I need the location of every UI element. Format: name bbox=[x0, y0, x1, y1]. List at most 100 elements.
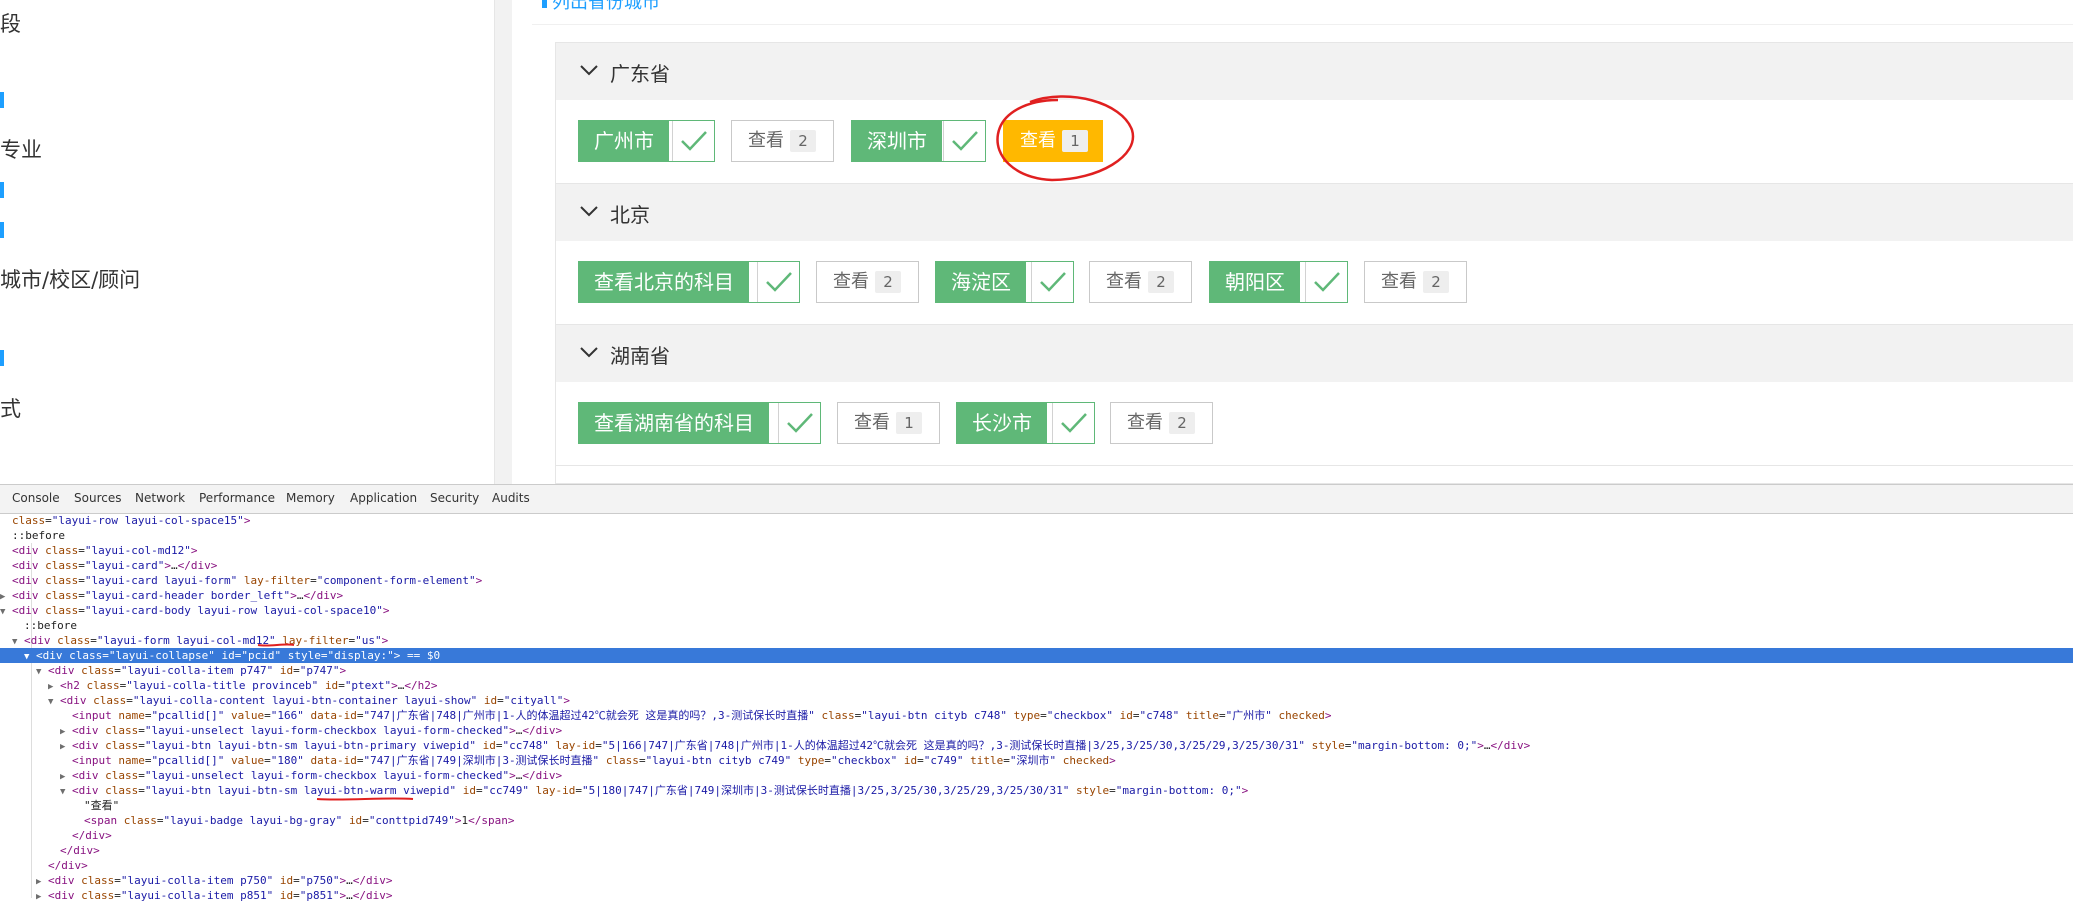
checkbox-label: 海淀区 bbox=[936, 262, 1026, 302]
dom-line[interactable]: ▶ <div class="layui-colla-item p750" id="… bbox=[36, 873, 392, 888]
dom-line-text: <div class="layui-card">…</div> bbox=[12, 559, 218, 572]
dom-line[interactable]: ▶ <div class="layui-card-header border_le… bbox=[0, 588, 343, 603]
dom-line-text: <span class="layui-badge layui-bg-gray" … bbox=[84, 814, 515, 827]
count-badge: 2 bbox=[790, 130, 816, 152]
city-checkbox-changsha[interactable]: 长沙市 bbox=[956, 402, 1095, 444]
dom-line[interactable]: <div class="layui-card">…</div> bbox=[0, 558, 217, 573]
view-label: 查看 bbox=[1127, 412, 1163, 433]
tab-security[interactable]: Security bbox=[430, 491, 479, 505]
dom-line-text: <div class="layui-card-header border_lef… bbox=[12, 589, 344, 602]
sidebar-item-3[interactable]: 城市/校区/顾问 bbox=[0, 264, 140, 294]
check-icon bbox=[943, 121, 985, 161]
header-accent-bar bbox=[542, 0, 547, 8]
expand-toggle-icon[interactable]: ▼ bbox=[24, 650, 36, 665]
dom-line-selected[interactable]: ▼ <div class="layui-collapse" id="pcid" s… bbox=[0, 648, 2073, 663]
dom-line[interactable]: </div> bbox=[48, 843, 100, 858]
expand-toggle-icon[interactable]: ▶ bbox=[36, 890, 48, 905]
checkbox-label: 深圳市 bbox=[852, 121, 942, 161]
dom-line[interactable]: ▶ <div class="layui-unselect layui-form-c… bbox=[60, 768, 562, 783]
dom-line[interactable]: </div> bbox=[60, 828, 112, 843]
chevron-down-icon bbox=[580, 61, 598, 80]
check-icon bbox=[1031, 262, 1073, 302]
expand-toggle-icon[interactable]: ▼ bbox=[0, 605, 12, 620]
dom-line-text: <div class="layui-colla-item p851" id="p… bbox=[48, 889, 393, 902]
dom-line-text: <div class="layui-card layui-form" lay-f… bbox=[12, 574, 483, 587]
dom-line-text: <div class="layui-card-body layui-row la… bbox=[12, 604, 390, 617]
tab-audits[interactable]: Audits bbox=[492, 491, 530, 505]
view-button[interactable]: 查看 2 bbox=[1364, 261, 1467, 303]
view-button[interactable]: 查看 2 bbox=[731, 120, 834, 162]
nav-marker bbox=[0, 222, 4, 238]
dom-line[interactable]: <div class="layui-col-md12"> bbox=[0, 543, 197, 558]
count-badge: 1 bbox=[896, 412, 922, 434]
dom-line[interactable]: ▼ <div class="layui-card-body layui-row l… bbox=[0, 603, 390, 618]
city-checkbox-beijing-subjects[interactable]: 查看北京的科目 bbox=[578, 261, 800, 303]
dom-line[interactable]: <span class="layui-badge layui-bg-gray" … bbox=[72, 813, 515, 828]
dom-line[interactable]: ▼ <div class="layui-colla-item p747" id="… bbox=[36, 663, 346, 678]
dom-line-text: <input name="pcallid[]" value="180" data… bbox=[72, 754, 1116, 767]
nav-marker bbox=[0, 350, 4, 366]
view-button[interactable]: 查看 1 bbox=[837, 402, 940, 444]
dom-line-text: </div> bbox=[72, 829, 112, 842]
province-title-beijing[interactable]: 北京 bbox=[556, 184, 2073, 242]
tab-performance[interactable]: Performance bbox=[199, 491, 275, 505]
dom-line-text: <input name="pcallid[]" value="166" data… bbox=[72, 709, 1332, 722]
tab-network[interactable]: Network bbox=[135, 491, 185, 505]
nav-marker bbox=[0, 182, 4, 198]
dom-line[interactable]: ▶ <div class="layui-unselect layui-form-c… bbox=[60, 723, 562, 738]
dom-line[interactable]: <div class="layui-card layui-form" lay-f… bbox=[0, 573, 482, 588]
province-title-label: 北京 bbox=[610, 203, 650, 227]
city-checkbox-guangzhou[interactable]: 广州市 bbox=[578, 120, 715, 162]
dom-tree[interactable]: class="layui-row layui-col-space15">::be… bbox=[0, 513, 2073, 902]
city-checkbox-haidian[interactable]: 海淀区 bbox=[935, 261, 1074, 303]
tab-memory[interactable]: Memory bbox=[286, 491, 335, 505]
checkbox-label: 朝阳区 bbox=[1210, 262, 1300, 302]
expand-toggle-icon[interactable]: ▼ bbox=[60, 785, 72, 800]
dom-line[interactable]: <input name="pcallid[]" value="180" data… bbox=[60, 753, 1116, 768]
tab-sources[interactable]: Sources bbox=[74, 491, 121, 505]
dom-line[interactable]: ▼ <div class="layui-colla-content layui-b… bbox=[48, 693, 570, 708]
chevron-down-icon bbox=[580, 343, 598, 362]
dom-line-text: ::before bbox=[12, 529, 65, 542]
dom-line-text: <div class="layui-colla-item p750" id="p… bbox=[48, 874, 393, 887]
dom-line[interactable]: ▼ <div class="layui-btn layui-btn-sm layu… bbox=[60, 783, 1248, 798]
dom-line-text: <div class="layui-unselect layui-form-ch… bbox=[72, 769, 563, 782]
tab-application[interactable]: Application bbox=[350, 491, 417, 505]
dom-line[interactable]: ▶ <div class="layui-colla-item p851" id="… bbox=[36, 888, 392, 903]
dom-line-text: </div> bbox=[48, 859, 88, 872]
view-label: 查看 bbox=[748, 130, 784, 151]
sidebar-item-4[interactable]: 式 bbox=[0, 393, 21, 423]
dom-line[interactable]: class="layui-row layui-col-space15"> bbox=[0, 513, 250, 528]
dom-line[interactable]: ▶ <div class="layui-btn layui-btn-sm layu… bbox=[60, 738, 1530, 753]
province-title-hunan[interactable]: 湖南省 bbox=[556, 325, 2073, 383]
count-badge: 2 bbox=[1423, 271, 1449, 293]
sidebar-item-1[interactable]: 段 bbox=[0, 8, 21, 38]
province-title-guangdong[interactable]: 广东省 bbox=[556, 43, 2073, 101]
city-checkbox-shenzhen[interactable]: 深圳市 bbox=[851, 120, 986, 162]
dom-line[interactable]: <input name="pcallid[]" value="166" data… bbox=[60, 708, 1331, 723]
province-content-guangdong: 广州市 查看 2 深圳市 查看 1 bbox=[556, 95, 2073, 184]
dom-line[interactable]: "查看" bbox=[72, 798, 119, 813]
province-collapse: 广东省 广州市 查看 2 深圳市 查看 1 北京 查看北京的科目 查看 2 海淀… bbox=[555, 42, 2073, 484]
dom-line[interactable]: </div> bbox=[36, 858, 88, 873]
dom-line-text: <div class="layui-colla-content layui-bt… bbox=[60, 694, 570, 707]
dom-line-text: "查看" bbox=[84, 799, 120, 812]
sidebar-item-2[interactable]: 专业 bbox=[0, 134, 42, 164]
red-underline-btn-warm bbox=[316, 797, 414, 801]
view-label: 查看 bbox=[1381, 271, 1417, 292]
city-checkbox-chaoyang[interactable]: 朝阳区 bbox=[1209, 261, 1348, 303]
city-checkbox-hunan-subjects[interactable]: 查看湖南省的科目 bbox=[578, 402, 821, 444]
card-header-title: 列出省份城市 bbox=[552, 0, 660, 13]
dom-line[interactable]: ::before bbox=[0, 528, 65, 543]
view-button[interactable]: 查看 2 bbox=[1110, 402, 1213, 444]
expand-toggle-icon[interactable]: ▼ bbox=[36, 665, 48, 680]
view-button[interactable]: 查看 2 bbox=[816, 261, 919, 303]
dom-line[interactable]: ▼ <div class="layui-form layui-col-md12" … bbox=[12, 633, 388, 648]
dom-line-text: <div class="layui-btn layui-btn-sm layui… bbox=[72, 739, 1531, 752]
dom-line[interactable]: ▶ <h2 class="layui-colla-title provinceb"… bbox=[48, 678, 438, 693]
nav-marker bbox=[0, 92, 4, 108]
tab-console[interactable]: Console bbox=[12, 491, 60, 505]
dom-line[interactable]: ::before bbox=[12, 618, 77, 633]
view-button[interactable]: 查看 2 bbox=[1089, 261, 1192, 303]
expand-toggle-icon[interactable]: ▼ bbox=[48, 695, 60, 710]
